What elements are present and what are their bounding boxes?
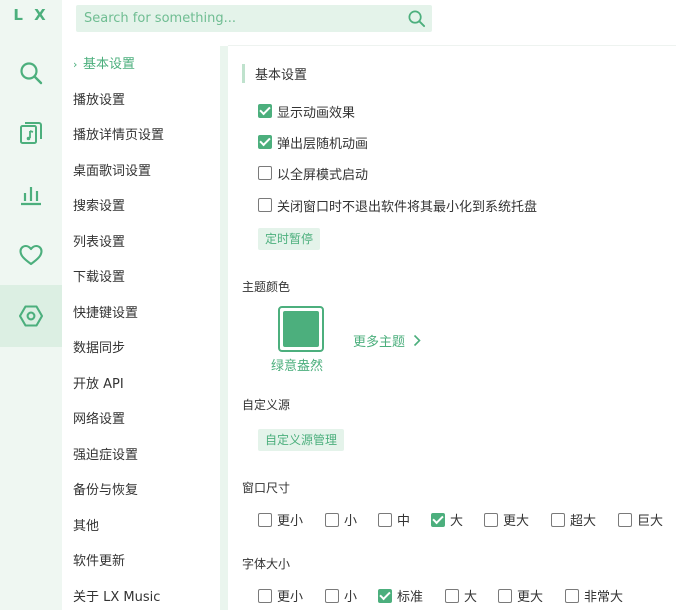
bar-chart-icon	[21, 187, 41, 206]
settings-content: 基本设置 显示动画效果 弹出层随机动画 以全屏模式启动 关闭窗口时不退出软件将其…	[228, 46, 676, 610]
font-size-option[interactable]: 更大	[498, 586, 543, 605]
more-themes-link[interactable]: 更多主题	[353, 331, 421, 350]
font-size-option[interactable]: 非常大	[565, 586, 623, 605]
checkbox[interactable]	[445, 588, 459, 603]
window-size-option[interactable]: 中	[378, 510, 410, 529]
chevron-right-icon	[413, 334, 421, 347]
window-size-option[interactable]: 大	[431, 510, 463, 529]
nav-item-list[interactable]: 列表设置	[73, 233, 125, 253]
section-title-custom-source: 自定义源	[242, 398, 291, 412]
section-title-basic: 基本设置	[242, 64, 307, 83]
nav-item-backup[interactable]: 备份与恢复	[73, 481, 138, 501]
nav-item-playback[interactable]: 播放设置	[73, 91, 125, 111]
checkbox[interactable]	[565, 588, 579, 603]
section-title-font-size: 字体大小	[242, 557, 291, 571]
rail-mylist-button[interactable]	[0, 224, 62, 286]
search-bar[interactable]	[76, 5, 432, 32]
checkbox[interactable]	[498, 588, 512, 603]
nav-item-search[interactable]: 搜索设置	[73, 197, 125, 217]
chevron-right-icon: ›	[73, 58, 78, 71]
custom-source-manage-button[interactable]: 自定义源管理	[258, 429, 345, 451]
rail-search-button[interactable]	[0, 42, 62, 104]
nav-item-hotkey[interactable]: 快捷键设置	[73, 304, 138, 324]
font-size-option[interactable]: 更小	[258, 586, 303, 605]
option-fullscreen-start[interactable]: 以全屏模式启动	[258, 164, 368, 183]
window-size-option[interactable]: 小	[325, 510, 357, 529]
checkbox[interactable]	[484, 512, 498, 527]
nav-item-open-api[interactable]: 开放 API	[73, 375, 124, 395]
checkbox[interactable]	[258, 512, 272, 527]
checkbox-checked[interactable]	[258, 135, 272, 149]
search-icon	[20, 62, 43, 85]
checkbox[interactable]	[551, 512, 565, 527]
heart-icon	[19, 244, 43, 266]
font-size-option[interactable]: 小	[325, 586, 357, 605]
theme-swatch-color	[283, 311, 319, 347]
section-title-theme: 主题颜色	[242, 280, 291, 294]
rail-songlist-button[interactable]	[0, 102, 62, 164]
checkbox[interactable]	[325, 512, 339, 527]
nav-item-ocd[interactable]: 强迫症设置	[73, 446, 138, 466]
search-submit-icon[interactable]	[407, 9, 426, 28]
nav-scrollbar-track[interactable]	[220, 46, 228, 610]
rail-leaderboard-button[interactable]	[0, 164, 62, 226]
window-size-option[interactable]: 更大	[484, 510, 529, 529]
nav-item-play-detail[interactable]: 播放详情页设置	[73, 126, 164, 146]
theme-swatch-label: 绿意盎然	[271, 359, 324, 374]
checkbox[interactable]	[378, 512, 392, 527]
search-input[interactable]	[84, 11, 400, 26]
app-logo: L X	[13, 6, 49, 24]
font-size-option[interactable]: 标准	[378, 586, 423, 605]
nav-item-download[interactable]: 下载设置	[73, 268, 125, 288]
app-window: L X ›基本设置 播放设置 播放详情页设置 桌面歌词设置 搜索设置 列表设置 …	[0, 0, 676, 610]
music-note-icon	[20, 122, 42, 144]
checkbox[interactable]	[258, 588, 272, 603]
checkbox-checked[interactable]	[378, 588, 392, 603]
nav-item-update[interactable]: 软件更新	[73, 552, 125, 572]
left-rail: L X	[0, 0, 62, 610]
nav-item-other[interactable]: 其他	[73, 517, 99, 537]
nav-item-basic[interactable]: › 基本设置	[73, 55, 135, 75]
checkbox[interactable]	[618, 512, 632, 527]
settings-nav: › 基本设置 播放设置 播放详情页设置 桌面歌词设置 搜索设置 列表设置 下载设置…	[62, 46, 220, 610]
hexagon-gear-icon	[18, 305, 44, 327]
section-title-window-size: 窗口尺寸	[242, 481, 291, 495]
font-size-option[interactable]: 大	[445, 586, 477, 605]
nav-item-sync[interactable]: 数据同步	[73, 339, 125, 359]
option-show-animation[interactable]: 显示动画效果	[258, 102, 355, 121]
theme-swatch-selected[interactable]	[278, 306, 324, 352]
option-random-popup-animation[interactable]: 弹出层随机动画	[258, 133, 368, 152]
checkbox[interactable]	[258, 198, 272, 212]
window-size-option[interactable]: 巨大	[618, 510, 663, 529]
nav-item-desktop-lyric[interactable]: 桌面歌词设置	[73, 162, 151, 182]
checkbox-checked[interactable]	[258, 104, 272, 118]
timer-pause-button[interactable]: 定时暂停	[258, 228, 321, 250]
checkbox[interactable]	[325, 588, 339, 603]
rail-settings-button[interactable]	[0, 285, 62, 347]
window-size-option[interactable]: 超大	[551, 510, 596, 529]
nav-item-about[interactable]: 关于 LX Music	[73, 588, 160, 608]
option-minimize-to-tray[interactable]: 关闭窗口时不退出软件将其最小化到系统托盘	[258, 196, 537, 215]
nav-item-network[interactable]: 网络设置	[73, 410, 125, 430]
checkbox[interactable]	[258, 166, 272, 180]
window-size-option[interactable]: 更小	[258, 510, 303, 529]
checkbox-checked[interactable]	[431, 512, 445, 527]
